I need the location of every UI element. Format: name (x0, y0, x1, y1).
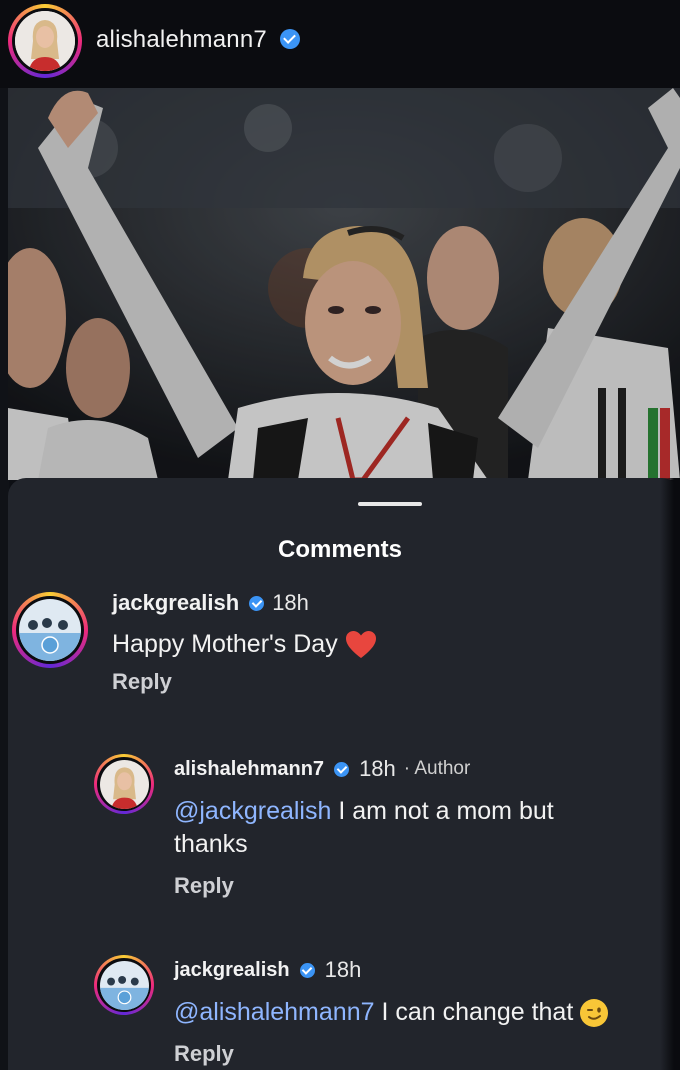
celebration-photo-image (8, 88, 680, 480)
commenter-avatar[interactable] (94, 955, 154, 1015)
comments-title: Comments (277, 536, 403, 563)
sheet-drag-handle[interactable] (358, 502, 422, 506)
username-text[interactable]: alishalehmann7 (96, 26, 267, 53)
verified-badge-icon (334, 761, 350, 777)
winking-face-emoji-icon (580, 999, 609, 1028)
commenter-avatar[interactable] (12, 592, 88, 668)
team-photo-icon (19, 599, 81, 661)
comment-text-content: I am not a mom but (331, 797, 554, 825)
commenter-avatar[interactable] (94, 754, 154, 814)
author-label: · Author (403, 758, 471, 779)
heart-emoji-icon (345, 631, 376, 659)
comment-text: Happy Mother's Day (112, 628, 377, 661)
verified-badge-icon (299, 962, 315, 978)
avatar-photo-icon (99, 759, 149, 809)
avatar-photo-icon (15, 11, 75, 71)
reply-button[interactable]: Reply (174, 873, 654, 899)
comment-username[interactable]: jackgrealish (112, 590, 239, 616)
comment-text-content: Happy Mother's Day (112, 630, 338, 658)
comment-username[interactable]: jackgrealish (174, 959, 290, 982)
verified-badge-icon (279, 28, 300, 49)
post-username[interactable]: alishalehmann7 (96, 26, 300, 54)
comment-item: jackgrealish 18h @alishalehmann7 I can c… (174, 956, 664, 1067)
comment-item: jackgrealish 18h Happy Mother's Day Repl… (112, 588, 377, 695)
reply-button[interactable]: Reply (112, 669, 377, 695)
reply-button[interactable]: Reply (174, 1041, 664, 1067)
team-photo-icon (99, 960, 149, 1010)
comment-timestamp: 18h (324, 957, 362, 982)
comment-username[interactable]: alishalehmann7 (174, 758, 324, 781)
profile-avatar[interactable] (8, 4, 82, 78)
post-photo[interactable] (8, 88, 680, 480)
comment-text-content: thanks (174, 830, 248, 858)
comment-timestamp: 18h (272, 590, 309, 615)
comment-text: @alishalehmann7 I can change that (174, 996, 664, 1029)
verified-badge-icon (249, 595, 265, 611)
comment-timestamp: 18h (359, 756, 396, 781)
mention-link[interactable]: @alishalehmann7 (174, 998, 375, 1026)
comment-text-content: I can change that (374, 998, 574, 1026)
comment-text: @jackgrealish I am not a mom but thanks (174, 795, 654, 861)
post-header: alishalehmann7 (0, 0, 680, 88)
comment-item: alishalehmann7 18h · Author @jackgrealis… (174, 755, 654, 899)
mention-link[interactable]: @jackgrealish (174, 797, 331, 825)
